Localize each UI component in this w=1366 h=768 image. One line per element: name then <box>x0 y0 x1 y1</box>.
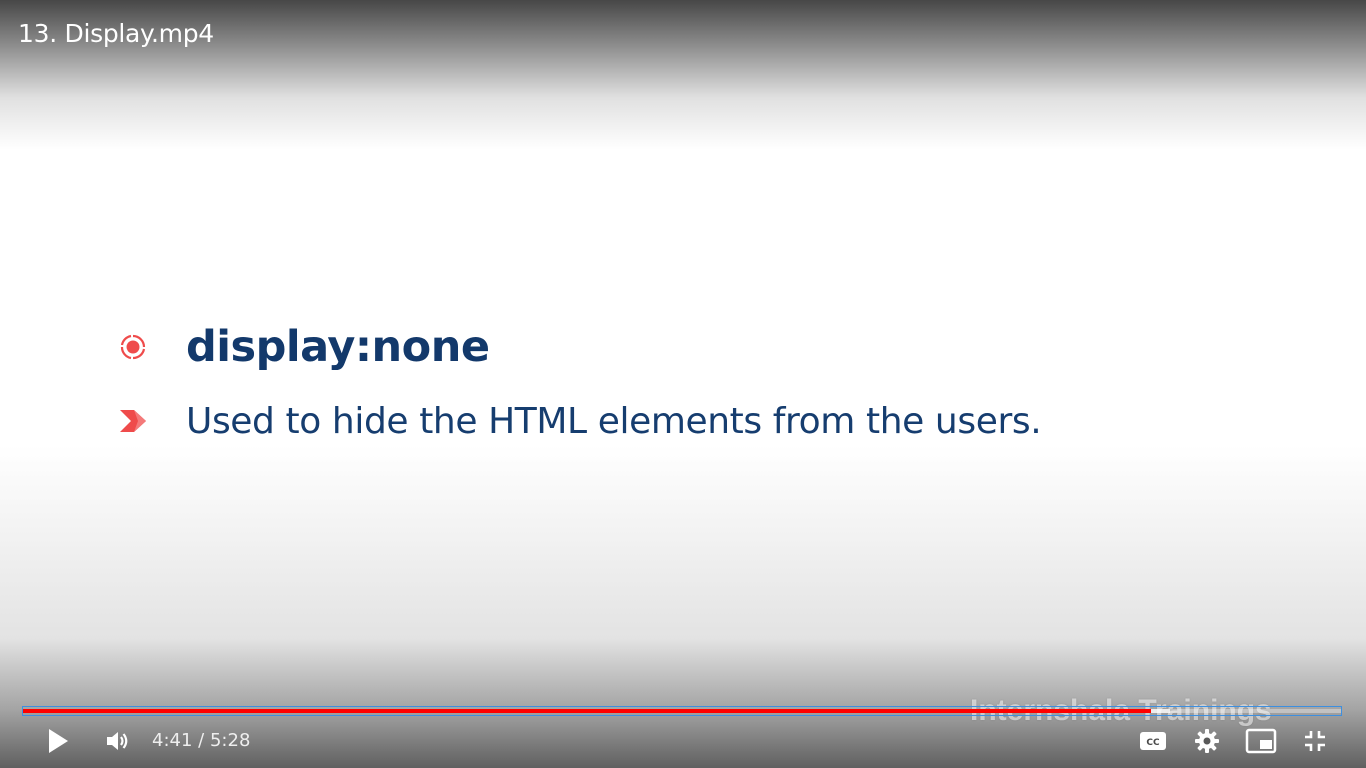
time-display: 4:41 / 5:28 <box>152 730 250 751</box>
target-icon <box>120 334 146 360</box>
exit-fullscreen-button[interactable] <box>1297 724 1333 758</box>
bullet-text: Used to hide the HTML elements from the … <box>186 400 1042 442</box>
slide-bullet: Used to hide the HTML elements from the … <box>118 398 1042 444</box>
progress-played <box>23 709 1152 713</box>
exit-fullscreen-icon <box>1305 731 1325 751</box>
slide-heading-row: display:none <box>118 322 490 372</box>
player-controls: 4:41 / 5:28 CC <box>0 718 1366 764</box>
volume-icon <box>107 732 128 750</box>
svg-text:CC: CC <box>1146 738 1160 748</box>
captions-button[interactable]: CC <box>1135 724 1171 758</box>
chevron-right-icon <box>120 410 146 432</box>
duration: 5:28 <box>209 730 251 751</box>
mute-button[interactable] <box>100 724 136 758</box>
current-time: 4:41 <box>152 730 193 751</box>
progress-bar[interactable] <box>22 706 1342 716</box>
miniplayer-button[interactable] <box>1243 724 1279 758</box>
captions-icon: CC <box>1140 732 1166 750</box>
video-player[interactable]: 13. Display.mp4 display:none Used to hid… <box>0 0 1366 768</box>
miniplayer-icon <box>1245 728 1277 754</box>
time-separator: / <box>198 730 205 751</box>
play-icon <box>49 729 68 753</box>
video-title: 13. Display.mp4 <box>18 19 214 48</box>
settings-button[interactable] <box>1189 724 1225 758</box>
gear-icon <box>1195 729 1219 753</box>
slide-heading: display:none <box>186 322 490 372</box>
play-button[interactable] <box>40 724 76 758</box>
